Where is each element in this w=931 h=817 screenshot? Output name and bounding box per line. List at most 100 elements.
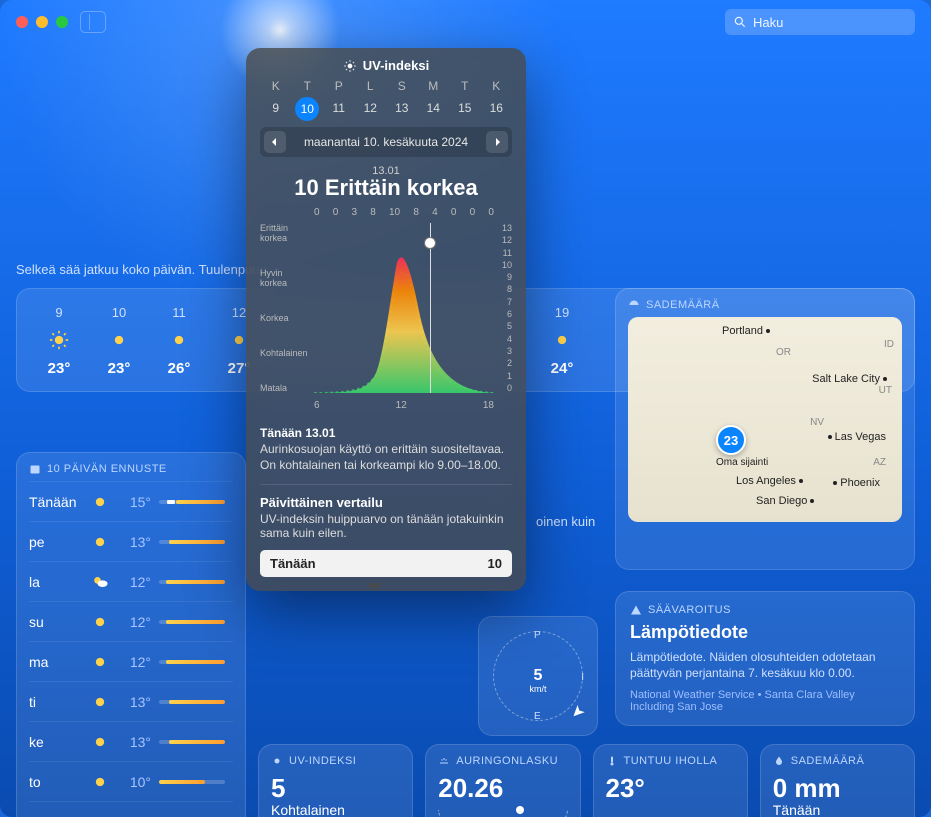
precipitation-panel[interactable]: SADEMÄÄRÄ OR ID NV UT AZ Portland Salt L… bbox=[615, 288, 915, 570]
cal-day[interactable]: 13 bbox=[386, 97, 418, 121]
thermometer-icon bbox=[606, 755, 618, 767]
hour-cell[interactable]: 1023° bbox=[89, 305, 149, 377]
city-label: Phoenix bbox=[840, 477, 880, 489]
window-controls bbox=[16, 16, 68, 28]
day-row[interactable]: ti13°28° bbox=[29, 681, 233, 721]
chart-y-ticks: 131211109876543210 bbox=[498, 223, 512, 393]
weather-window: Haku Selkeä sää jatkuu koko päivän. Tuul… bbox=[0, 0, 931, 817]
temp-range-bar bbox=[159, 740, 225, 744]
temp-range-bar bbox=[159, 660, 225, 664]
popover-title: UV-indeksi bbox=[363, 58, 429, 73]
day-row[interactable]: to10°23° bbox=[29, 761, 233, 801]
hour-cell[interactable]: 923° bbox=[29, 305, 89, 377]
my-location-temp: 23 bbox=[716, 425, 746, 455]
uv-chart-svg bbox=[314, 223, 494, 393]
panel-header: SÄÄVAROITUS bbox=[630, 604, 900, 616]
comparison-title: Päivittäinen vertailu bbox=[260, 495, 512, 510]
cal-day[interactable]: 12 bbox=[355, 97, 387, 121]
sun-icon bbox=[552, 330, 572, 350]
comparison-today-row: Tänään 10 bbox=[260, 550, 512, 577]
day-row[interactable]: la12°28° bbox=[29, 561, 233, 601]
drop-icon bbox=[773, 755, 785, 767]
compass-dial: P I E 5 km/t ➤ bbox=[493, 631, 583, 721]
widget-sub: Tänään bbox=[773, 802, 902, 817]
my-location-pin[interactable]: 23 Oma sijainti bbox=[716, 425, 768, 468]
state-label: OR bbox=[776, 347, 791, 358]
day-row[interactable]: pe10°22° bbox=[29, 801, 233, 817]
comparison-today-value: 10 bbox=[488, 556, 502, 571]
widget-value: 0 mm bbox=[773, 773, 902, 804]
cal-day[interactable]: 11 bbox=[323, 97, 355, 121]
search-placeholder: Haku bbox=[753, 15, 783, 30]
divider bbox=[260, 484, 512, 485]
cal-day[interactable]: 9 bbox=[260, 97, 292, 121]
uv-detail-popover: UV-indeksi KTPLSMTK 910111213141516 maan… bbox=[246, 48, 526, 591]
sun-icon bbox=[343, 59, 357, 73]
hour-cell[interactable]: 1924° bbox=[532, 305, 592, 377]
state-label: AZ bbox=[873, 457, 886, 468]
state-label: NV bbox=[810, 417, 824, 428]
sunset-icon bbox=[438, 755, 450, 767]
widget-header: AURINGONLASKU bbox=[456, 755, 558, 767]
date-selector-row: maanantai 10. kesäkuuta 2024 bbox=[260, 127, 512, 157]
zoom-window-button[interactable] bbox=[56, 16, 68, 28]
sun-icon bbox=[90, 532, 110, 552]
uv-index-widget[interactable]: UV-INDEKSI 5 Kohtalainen Käytä aurinkosu… bbox=[258, 744, 413, 817]
hour-cell[interactable]: 1126° bbox=[149, 305, 209, 377]
next-day-button[interactable] bbox=[486, 131, 508, 153]
warning-icon bbox=[630, 604, 642, 616]
feels-like-widget[interactable]: TUNTUU IHOLLA 23° Vastaa todellista bbox=[593, 744, 748, 817]
alert-body: Lämpötiedote. Näiden olosuhteiden odotet… bbox=[630, 649, 900, 681]
day-row[interactable]: ke13°28° bbox=[29, 721, 233, 761]
widget-value: 5 bbox=[271, 773, 400, 804]
sunset-widget[interactable]: AURINGONLASKU 20.26 bbox=[425, 744, 580, 817]
cal-day[interactable]: 15 bbox=[449, 97, 481, 121]
search-field[interactable]: Haku bbox=[725, 9, 915, 35]
panel-header-text: 10 PÄIVÄN ENNUSTE bbox=[47, 463, 167, 475]
widget-value: 20.26 bbox=[438, 773, 567, 804]
day-row[interactable]: ma12°28° bbox=[29, 641, 233, 681]
rain-widget[interactable]: SADEMÄÄRÄ 0 mm Tänään Ei odotettavissa bbox=[760, 744, 915, 817]
precipitation-map[interactable]: OR ID NV UT AZ Portland Salt Lake City L… bbox=[628, 317, 902, 522]
state-label: ID bbox=[884, 339, 894, 350]
temp-range-bar bbox=[159, 780, 225, 784]
calendar-icon bbox=[29, 463, 41, 475]
truncated-text: oinen kuin bbox=[536, 514, 595, 529]
day-row[interactable]: su12°28° bbox=[29, 601, 233, 641]
uv-chart[interactable]: 00381084000 Erittäin korkeaHyvin korkeaK… bbox=[260, 207, 512, 417]
widgets-row: UV-INDEKSI 5 Kohtalainen Käytä aurinkosu… bbox=[258, 744, 915, 817]
close-window-button[interactable] bbox=[16, 16, 28, 28]
cal-day[interactable]: 16 bbox=[481, 97, 513, 121]
ten-day-forecast-panel[interactable]: 10 PÄIVÄN ENNUSTE Tänään15°28° pe13°28° … bbox=[16, 452, 246, 817]
sun-icon bbox=[109, 330, 129, 350]
sun-icon bbox=[90, 612, 110, 632]
panel-header-text: SÄÄVAROITUS bbox=[648, 604, 731, 616]
temp-range-bar bbox=[159, 620, 225, 624]
city-label: Salt Lake City bbox=[812, 373, 880, 385]
sidebar-toggle-button[interactable] bbox=[80, 11, 106, 33]
comparison-subtitle: UV-indeksin huippuarvo on tänään jotakui… bbox=[260, 512, 512, 540]
search-icon bbox=[733, 15, 747, 29]
city-label: Portland bbox=[722, 325, 763, 337]
sun-icon bbox=[90, 692, 110, 712]
chart-y-categories: Erittäin korkeaHyvin korkeaKorkeaKohtala… bbox=[260, 223, 312, 393]
chart-x-ticks: 61218 bbox=[314, 400, 494, 411]
my-location-label: Oma sijainti bbox=[716, 457, 768, 468]
sun-icon bbox=[90, 652, 110, 672]
wind-panel[interactable]: P I E 5 km/t ➤ bbox=[478, 616, 598, 736]
temp-range-bar bbox=[159, 500, 225, 504]
day-row[interactable]: pe13°28° bbox=[29, 521, 233, 561]
minimize-window-button[interactable] bbox=[36, 16, 48, 28]
city-label: San Diego bbox=[756, 495, 807, 507]
widget-header: TUNTUU IHOLLA bbox=[624, 755, 718, 767]
temp-range-bar bbox=[159, 540, 225, 544]
panel-header: 10 PÄIVÄN ENNUSTE bbox=[29, 463, 233, 475]
titlebar: Haku bbox=[0, 0, 931, 44]
day-row[interactable]: Tänään15°28° bbox=[29, 481, 233, 521]
sun-icon bbox=[49, 330, 69, 350]
cal-day[interactable]: 14 bbox=[418, 97, 450, 121]
sun-icon bbox=[271, 755, 283, 767]
cal-day-selected[interactable]: 10 bbox=[295, 97, 319, 121]
prev-day-button[interactable] bbox=[264, 131, 286, 153]
weather-alert-panel[interactable]: SÄÄVAROITUS Lämpötiedote Lämpötiedote. N… bbox=[615, 591, 915, 726]
